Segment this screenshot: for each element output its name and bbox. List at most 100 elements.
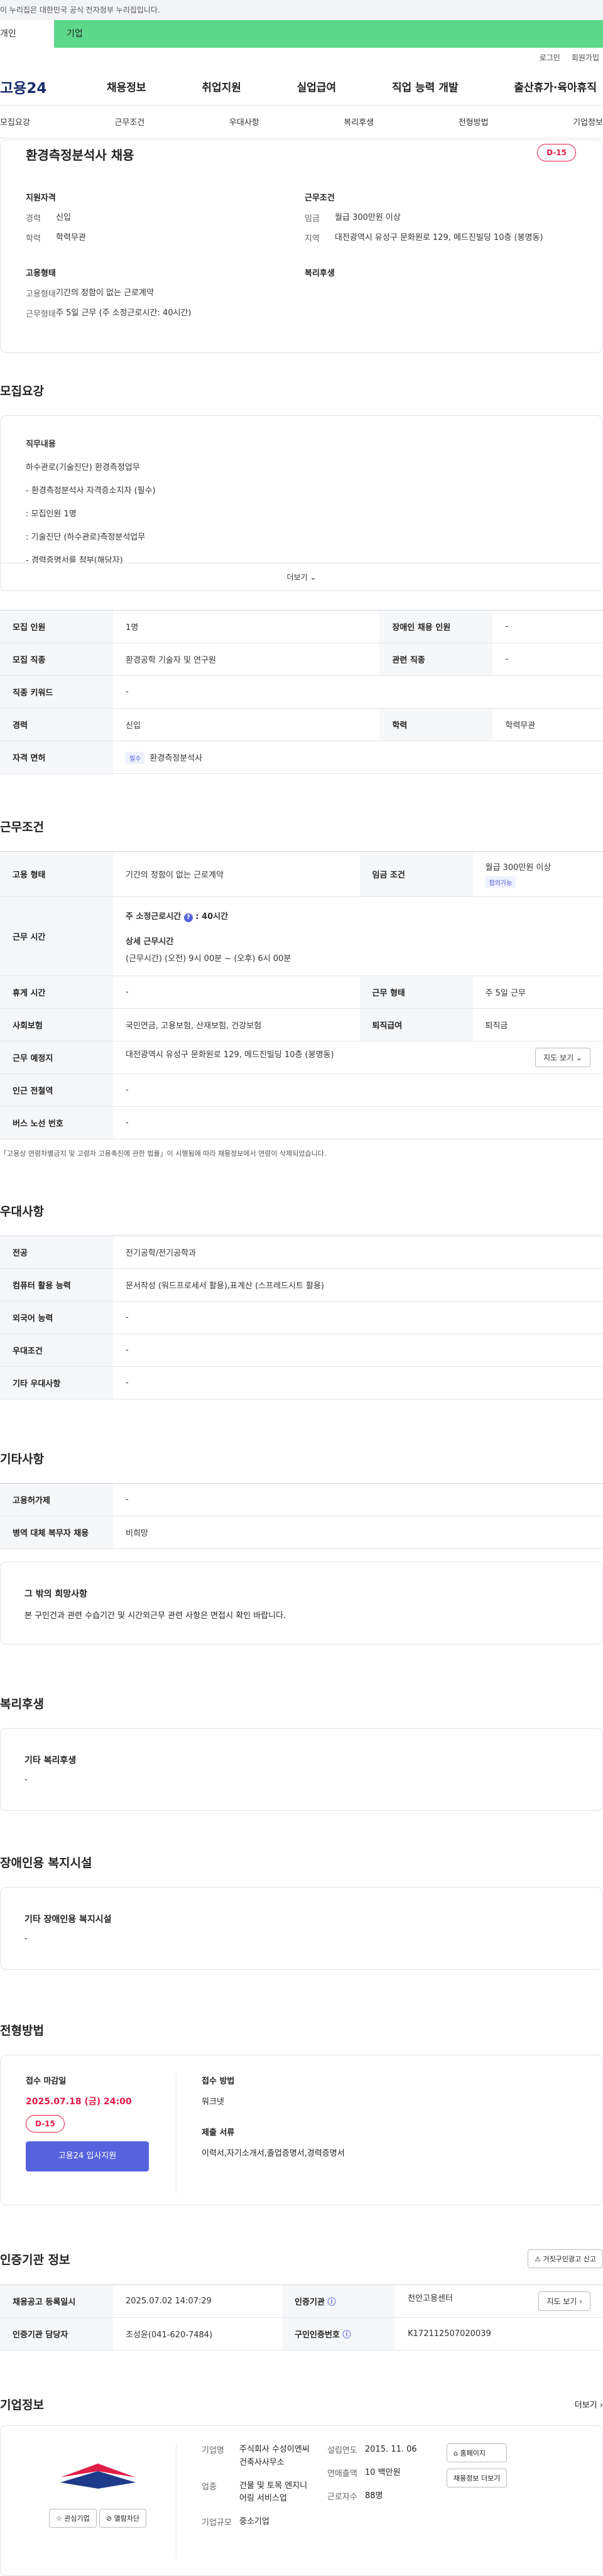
welfare-value: - [24, 1775, 579, 1785]
anchor-company[interactable]: 기업정보 [573, 116, 603, 128]
label: 근무 시간 [0, 897, 113, 976]
label: 사회보험 [0, 1009, 113, 1041]
section-title-recruit: 모집요강 [0, 382, 603, 399]
info-icon[interactable]: ⓘ [342, 2330, 350, 2340]
value: - [113, 1367, 603, 1399]
label: 관련 직종 [379, 643, 492, 676]
anchor-pref[interactable]: 우대사항 [229, 116, 259, 128]
label: 모집 직종 [0, 643, 113, 676]
section-title-facility: 장애인용 복지시설 [0, 1854, 603, 1871]
label: 장애인 채용 인원 [379, 611, 492, 643]
value: - [492, 611, 603, 643]
facility-value: - [24, 1934, 579, 1943]
tab-personal[interactable]: 개인 [0, 20, 54, 48]
anchor-work[interactable]: 근무조건 [114, 116, 144, 128]
utility-nav: 로그인 회원가입 [0, 48, 603, 68]
gnb-item-leave[interactable]: 출산휴가·육아휴직 [508, 79, 603, 94]
value: 88명 [365, 2490, 440, 2503]
label: 모집 인원 [0, 611, 113, 643]
value: 월급 300만원 이상협의가능 [473, 852, 603, 897]
value: 2015. 11. 06 [365, 2443, 440, 2457]
value: - [113, 1107, 603, 1139]
label: 직종 키워드 [0, 676, 113, 709]
value: 환경공학 기술자 및 연구원 [113, 643, 379, 676]
tab-business[interactable]: 기업 [54, 20, 603, 48]
value: 조성윤(041-620-7484) [113, 2318, 282, 2350]
gnb-item-benefit[interactable]: 실업급여 [291, 79, 343, 94]
chevron-down-icon: ⌄ [310, 573, 316, 582]
label: 지역 [305, 232, 335, 244]
value: 1명 [113, 611, 379, 643]
label: 구인인증번호 ⓘ [282, 2318, 395, 2350]
label: 연매출액 [327, 2467, 365, 2480]
value: 건물 및 토목 엔지니어링 서비스업 [239, 2480, 315, 2506]
more-button[interactable]: 더보기 ⌄ [1, 563, 602, 590]
value: 천안고용센터지도 보기 › [395, 2285, 603, 2318]
report-button[interactable]: ⚠ 거짓구인광고 신고 [528, 2249, 603, 2268]
facility-box: 기타 장애인용 복지시설 - [0, 1887, 603, 1970]
label: 근로자수 [327, 2490, 365, 2503]
value: 주 5일 근무 (주 소정근로시간: 40시간) [56, 307, 305, 320]
anchor-method[interactable]: 전형방법 [459, 116, 489, 128]
label: 휴게 시간 [0, 976, 113, 1009]
work-table: 고용 형태기간의 정함이 없는 근로계약임금 조건월급 300만원 이상협의가능… [0, 851, 603, 1139]
company-logo [54, 2452, 142, 2496]
anchor-recruit[interactable]: 모집요강 [0, 116, 30, 128]
value: 퇴직금 [473, 1009, 603, 1041]
emp-heading: 고용형태 [26, 266, 305, 278]
logo[interactable]: 고용24 [0, 76, 100, 97]
login-link[interactable]: 로그인 [540, 48, 560, 68]
section-title-etc: 기타사항 [0, 1450, 603, 1467]
duty-box: 직무내용 하수관로(기술진단) 환경측정업무 - 환경측정분석사 자격증소지자 … [0, 415, 603, 591]
section-title-company: 기업정보 [0, 2396, 44, 2413]
block-button[interactable]: ⊘ 열람차단 [99, 2509, 146, 2528]
cond-heading: 근무조건 [305, 191, 584, 203]
join-link[interactable]: 회원가입 [572, 48, 599, 68]
map-button[interactable]: 지도 보기 ⌄ [535, 1048, 590, 1067]
siren-icon: ⚠ [535, 2255, 541, 2263]
company-more-link[interactable]: 더보기 › [575, 2398, 603, 2410]
dday-badge: D-15 [26, 2115, 65, 2133]
label: 고용 형태 [0, 852, 113, 897]
label: 컴퓨터 활용 능력 [0, 1269, 113, 1302]
info-icon[interactable]: ⓘ [328, 2298, 336, 2307]
value: - [113, 676, 603, 709]
label: 인근 전철역 [0, 1074, 113, 1107]
label: 고용허가제 [0, 1484, 113, 1516]
company-box: ☆ 관심기업 ⊘ 열람차단 기업명주식회사 수성이엔씨 건축사사무소 업종건물 … [0, 2425, 603, 2576]
welfare-heading: 기타 복리후생 [24, 1754, 579, 1766]
apply-button[interactable]: 고용24 입사지원 [26, 2141, 149, 2171]
value: 월급 300만원 이상 [335, 212, 584, 224]
section-title-work: 근무조건 [0, 818, 603, 835]
recruit-table: 모집 인원1명장애인 채용 인원- 모집 직종환경공학 기술자 및 연구원관련 … [0, 610, 603, 774]
anchor-welfare[interactable]: 복리후생 [344, 116, 374, 128]
duty-line: : 기술진단 (하수관로)측정분석업무 [26, 530, 577, 542]
value: 신입 [56, 212, 305, 224]
gnb-item-support[interactable]: 취업지원 [195, 79, 247, 94]
map-button[interactable]: 지도 보기 › [538, 2291, 590, 2311]
section-anchor-nav: 모집요강 근무조건 우대사항 복리후생 전형방법 기업정보 [0, 106, 603, 138]
label: 기업명 [202, 2443, 239, 2470]
duty-line: 하수관로(기술진단) 환경측정업무 [26, 460, 577, 472]
deadline-heading: 접수 마감일 [26, 2074, 176, 2086]
label: 학력 [379, 709, 492, 741]
homepage-button[interactable]: ⌂ 홈페이지 [447, 2443, 507, 2462]
label: 기업규모 [202, 2516, 239, 2529]
value: 국민연금, 고용보험, 산재보험, 건강보험 [113, 1009, 360, 1041]
etc-box-heading: 그 밖의 희망사항 [24, 1587, 579, 1600]
fav-button[interactable]: ☆ 관심기업 [49, 2509, 97, 2528]
dday-badge: D-15 [537, 144, 576, 161]
label: 퇴직급여 [360, 1009, 473, 1041]
value: 10 백만원 [365, 2467, 440, 2480]
other-jobs-button[interactable]: 채용정보 더보기 [447, 2469, 507, 2487]
info-icon[interactable]: ? [184, 913, 193, 922]
gnb-item-training[interactable]: 직업 능력 개발 [386, 79, 465, 94]
gnb-item-jobs[interactable]: 채용정보 [100, 79, 153, 94]
value: 학력무관 [56, 232, 305, 244]
label: 병역 대체 복무자 채용 [0, 1516, 113, 1549]
label: 고용형태 [26, 287, 56, 300]
value: 전기공학/전기공학과 [113, 1236, 603, 1269]
value: 주 5일 근무 [473, 976, 603, 1009]
page-title: 환경측정분석사 채용 [26, 140, 584, 163]
label: 외국어 능력 [0, 1302, 113, 1334]
